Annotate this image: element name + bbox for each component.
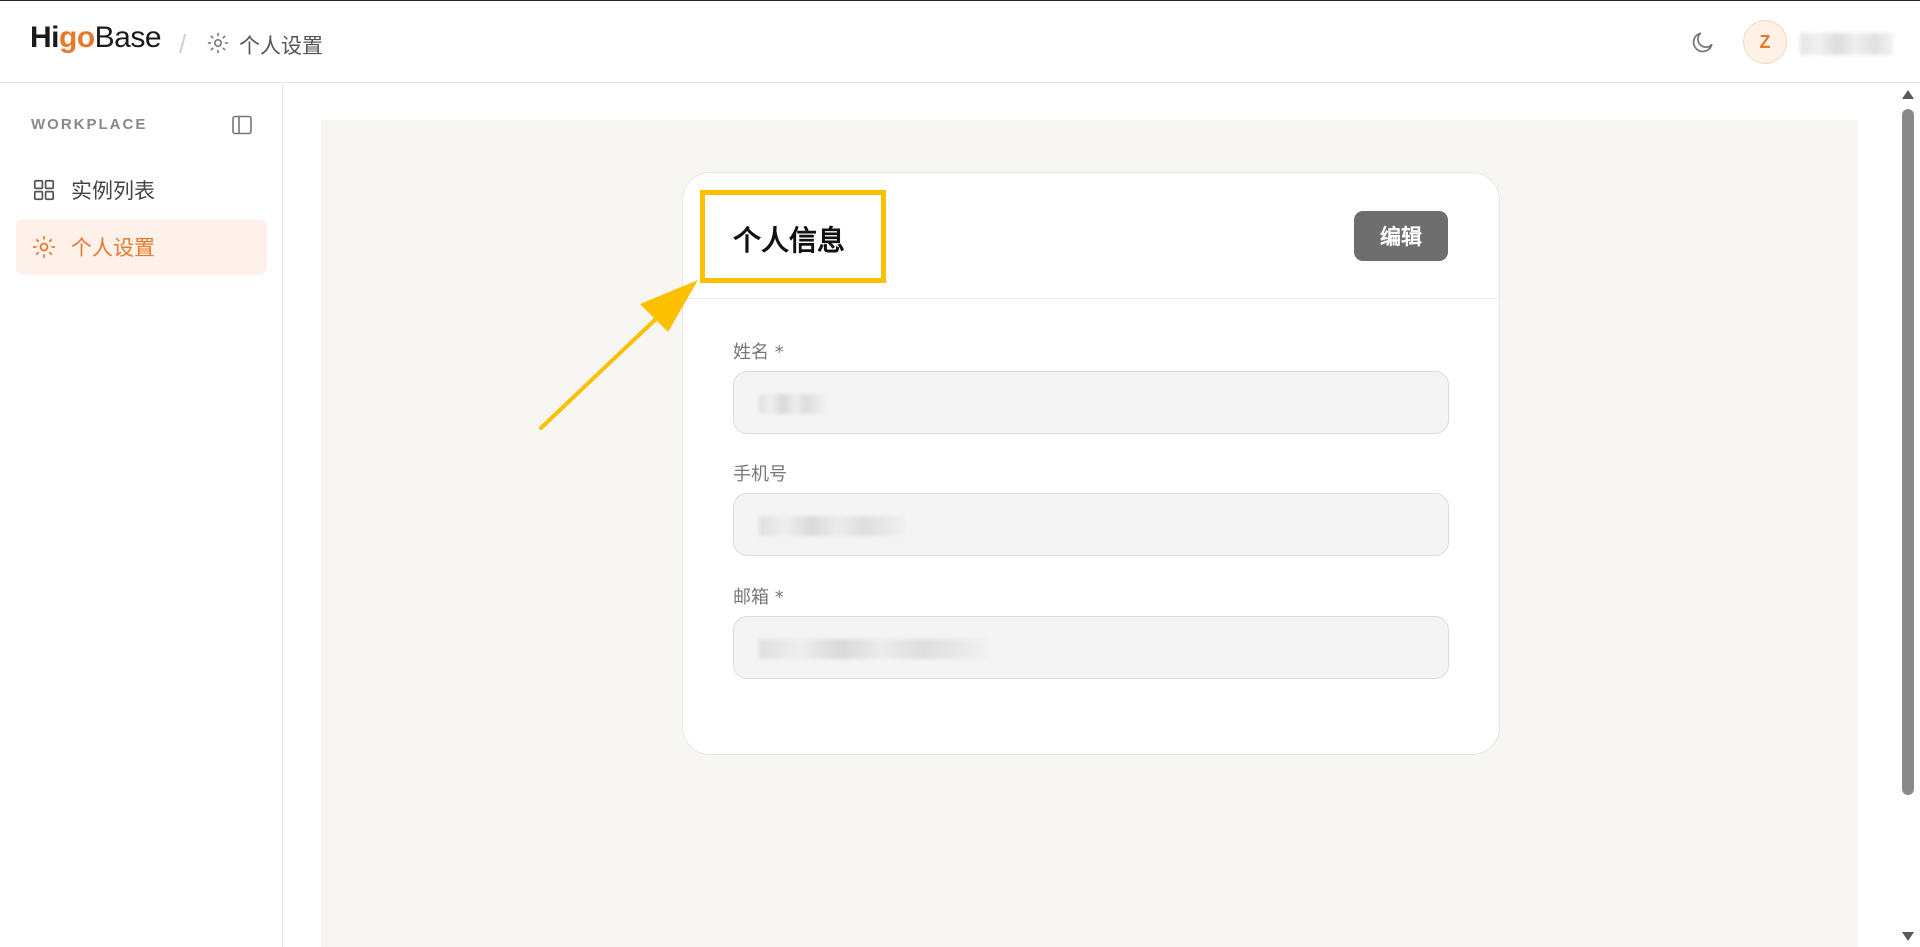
phone-label: 手机号 [733, 464, 787, 485]
phone-field[interactable] [733, 493, 1449, 556]
highlight-box [700, 190, 886, 283]
redacted-value [759, 394, 825, 414]
sidebar-item-label: 实例列表 [71, 179, 155, 203]
moon-icon[interactable] [1690, 29, 1716, 55]
logo-text-1: Hi [30, 21, 60, 54]
app-logo[interactable]: Hi go Base [30, 21, 162, 55]
header: Hi go Base / 个人设置 Z [0, 1, 1920, 83]
scrollbar-thumb[interactable] [1902, 109, 1914, 795]
sidebar: WORKPLACE 实例列表 个人设置 [0, 84, 283, 947]
logo-text-2: go [59, 21, 95, 54]
email-label: 邮箱 * [733, 587, 784, 608]
email-field[interactable] [733, 616, 1449, 679]
sidebar-item-label: 个人设置 [71, 236, 155, 260]
sidebar-item-settings[interactable]: 个人设置 [16, 219, 267, 275]
logo-text-3: Base [94, 21, 162, 54]
grid-icon [31, 177, 57, 203]
name-label: 姓名 * [733, 342, 784, 363]
scroll-down-arrow-icon[interactable] [1902, 932, 1914, 941]
edit-button[interactable]: 编辑 [1354, 211, 1448, 261]
breadcrumb-separator: / [179, 29, 187, 59]
sidebar-collapse-icon[interactable] [230, 113, 254, 137]
avatar[interactable]: Z [1743, 20, 1787, 64]
redacted-value [759, 516, 905, 536]
sidebar-item-instances[interactable]: 实例列表 [16, 162, 267, 218]
sidebar-title: WORKPLACE [31, 116, 148, 133]
scroll-up-arrow-icon[interactable] [1902, 90, 1914, 99]
scrollbar[interactable] [1896, 84, 1920, 947]
sun-gear-icon [207, 32, 229, 54]
username-redacted[interactable] [1800, 33, 1893, 55]
breadcrumb-current: 个人设置 [239, 34, 323, 58]
redacted-value [759, 639, 987, 659]
name-field[interactable] [733, 371, 1449, 434]
sun-gear-icon [31, 234, 57, 260]
